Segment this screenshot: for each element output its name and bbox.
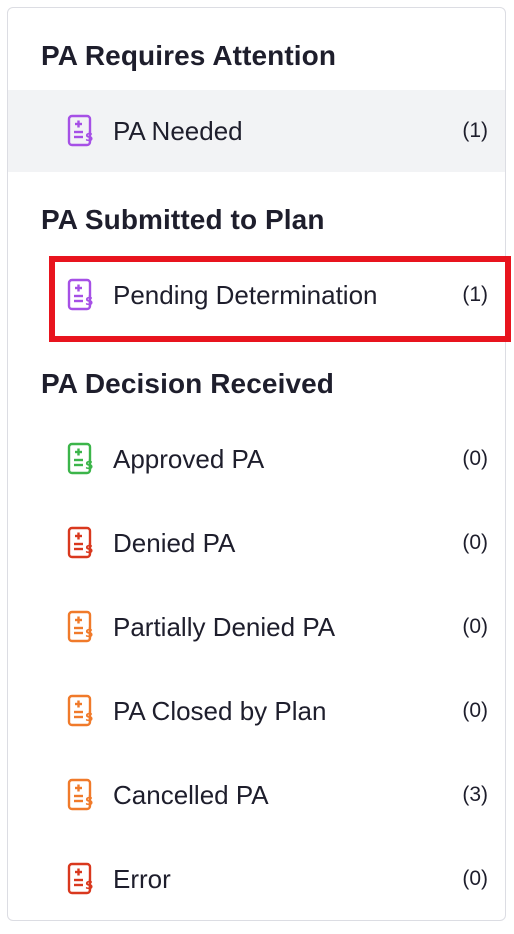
nav-item-label: PA Closed by Plan xyxy=(113,696,327,726)
nav-item-denied-pa[interactable]: $ Denied PA (0) xyxy=(8,502,505,584)
svg-text:$: $ xyxy=(85,130,93,144)
nav-item-label: Approved PA xyxy=(113,444,265,474)
svg-text:$: $ xyxy=(85,878,93,892)
nav-item-partially-denied-pa[interactable]: $ Partially Denied PA (0) xyxy=(8,586,505,668)
nav-item-count: (0) xyxy=(462,867,488,890)
nav-item-count: (0) xyxy=(462,615,488,638)
document-dollar-icon: $ xyxy=(67,114,93,147)
section-title-pa-decision-received: PA Decision Received xyxy=(41,368,335,399)
pa-status-panel: PA Requires Attention $ PA Needed (1) PA… xyxy=(7,7,511,921)
nav-item-approved-pa[interactable]: $ Approved PA (0) xyxy=(8,418,505,500)
nav-item-label: Denied PA xyxy=(113,528,236,558)
nav-item-pa-needed[interactable]: $ PA Needed (1) xyxy=(8,90,505,172)
nav-item-label: Partially Denied PA xyxy=(113,612,336,642)
nav-item-count: (0) xyxy=(462,531,488,554)
document-dollar-icon: $ xyxy=(67,694,93,727)
nav-item-label: Error xyxy=(113,864,171,894)
section-title-pa-submitted-to-plan: PA Submitted to Plan xyxy=(41,204,325,235)
svg-text:$: $ xyxy=(85,458,93,472)
svg-text:$: $ xyxy=(85,542,93,556)
nav-item-pa-closed-by-plan[interactable]: $ PA Closed by Plan (0) xyxy=(8,670,505,752)
nav-item-count: (0) xyxy=(462,447,488,470)
svg-text:$: $ xyxy=(85,794,93,808)
document-dollar-icon: $ xyxy=(67,526,93,559)
nav-item-count: (0) xyxy=(462,699,488,722)
section-title-pa-requires-attention: PA Requires Attention xyxy=(41,40,337,71)
highlight-box xyxy=(49,256,511,342)
svg-text:$: $ xyxy=(85,710,93,724)
nav-item-error[interactable]: $ Error (0) xyxy=(8,838,505,920)
nav-item-label: Cancelled PA xyxy=(113,780,269,810)
nav-item-count: (1) xyxy=(462,119,488,142)
nav-item-cancelled-pa[interactable]: $ Cancelled PA (3) xyxy=(8,754,505,836)
document-dollar-icon: $ xyxy=(67,778,93,811)
document-dollar-icon: $ xyxy=(67,610,93,643)
document-dollar-icon: $ xyxy=(67,862,93,895)
document-dollar-icon: $ xyxy=(67,442,93,475)
svg-text:$: $ xyxy=(85,626,93,640)
nav-item-count: (3) xyxy=(462,783,488,806)
nav-item-label: PA Needed xyxy=(113,116,243,146)
